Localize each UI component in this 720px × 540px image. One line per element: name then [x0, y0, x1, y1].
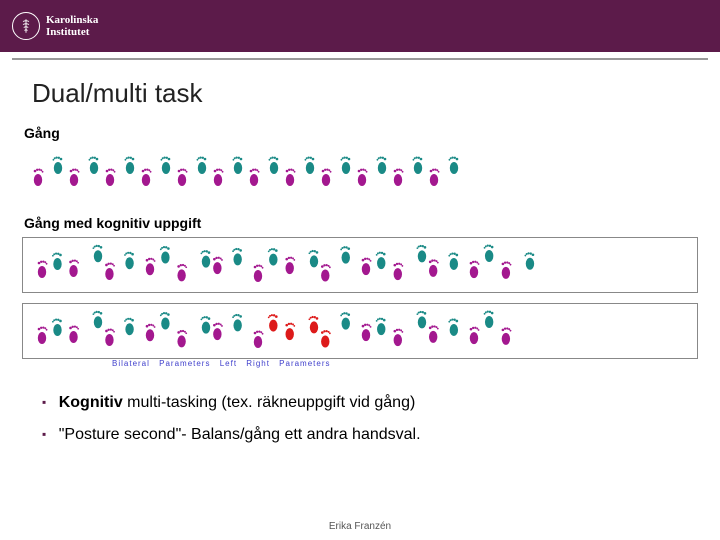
- bullet-2-text: "Posture second"- Balans/gång ett andra …: [59, 426, 421, 443]
- slide-title: Dual/multi task: [32, 78, 698, 109]
- brand-header: Karolinska Institutet: [0, 0, 720, 52]
- bullet-1-strong: Kognitiv: [59, 394, 123, 411]
- bullet-list: Kognitiv multi-tasking (tex. räkneuppgif…: [42, 394, 698, 444]
- label-dual-task: Gång med kognitiv uppgift: [24, 215, 698, 231]
- gait-chart-dual-1: [22, 237, 698, 293]
- seal-icon: [12, 12, 40, 40]
- brand-line1: Karolinska: [46, 14, 98, 26]
- bullet-1: Kognitiv multi-tasking (tex. räkneuppgif…: [42, 394, 698, 412]
- chart-legend: Bilateral Parameters Left Right Paramete…: [22, 359, 698, 368]
- bullet-2: "Posture second"- Balans/gång ett andra …: [42, 426, 698, 444]
- footer-author: Erika Franzén: [0, 521, 720, 532]
- gait-chart-single: [22, 145, 698, 201]
- bullet-1-text: multi-tasking (tex. räkneuppgift vid gån…: [123, 394, 416, 411]
- label-single-task: Gång: [24, 125, 698, 141]
- brand-line2: Institutet: [46, 26, 98, 38]
- gait-chart-dual-2: [22, 303, 698, 359]
- brand-logo: Karolinska Institutet: [12, 12, 98, 40]
- brand-name: Karolinska Institutet: [46, 14, 98, 38]
- slide-body: Dual/multi task Gång: [0, 60, 720, 444]
